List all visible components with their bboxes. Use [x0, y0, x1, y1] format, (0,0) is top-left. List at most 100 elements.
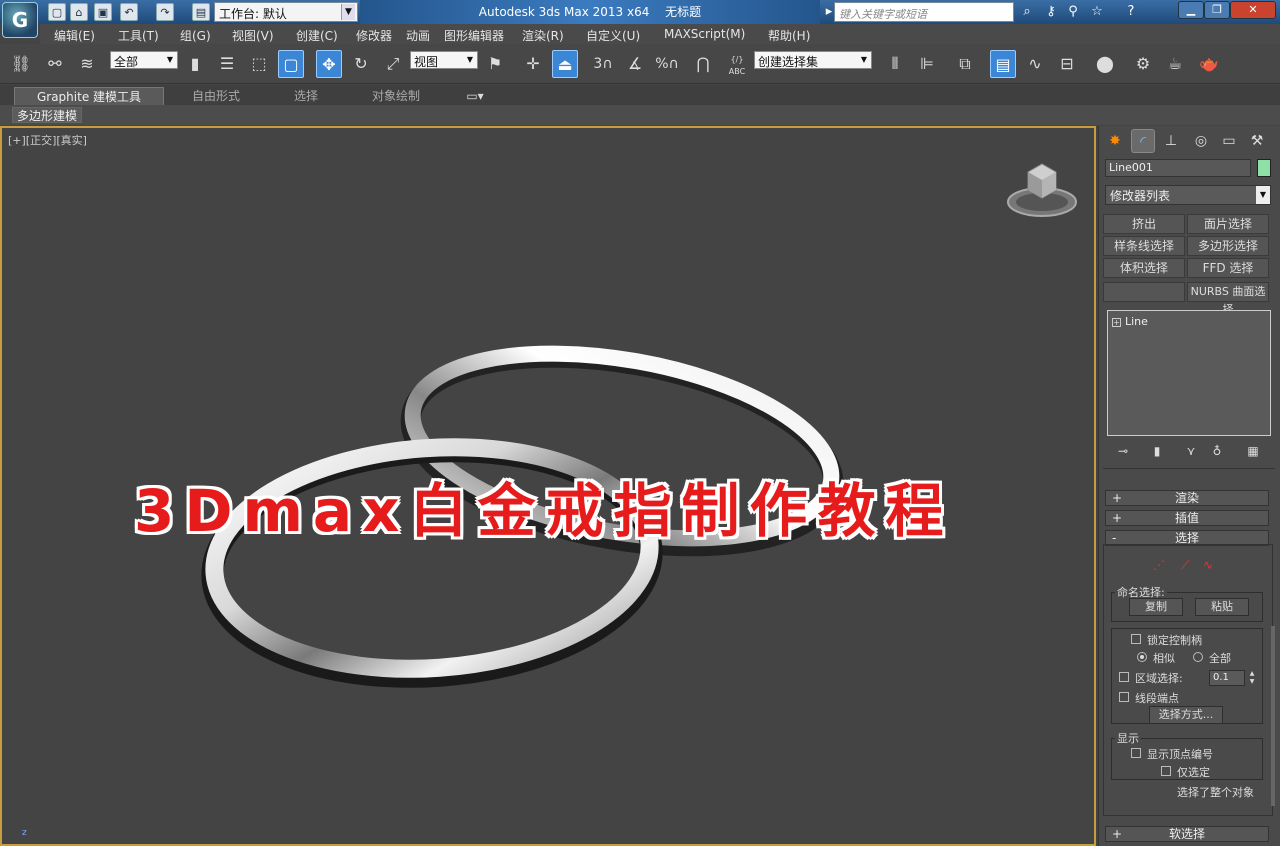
menu-rendering[interactable]: 渲染(R): [522, 27, 564, 44]
modifier-list-select[interactable]: 修改器列表 ▼: [1105, 185, 1271, 205]
menu-graph-editors[interactable]: 图形编辑器: [444, 27, 504, 44]
edit-named-selection-icon[interactable]: {/} ABC: [724, 50, 750, 78]
pivot-center-icon[interactable]: ⚑: [482, 50, 508, 78]
maximize-button[interactable]: ❐: [1204, 1, 1230, 19]
layer-manager-icon[interactable]: ⧉: [952, 50, 978, 78]
rotate-icon[interactable]: ↻: [348, 50, 374, 78]
modify-tab-icon[interactable]: ◜: [1131, 129, 1155, 153]
tab-object-paint[interactable]: 对象绘制: [356, 87, 436, 105]
selected-only-checkbox[interactable]: [1161, 766, 1171, 776]
lock-handles-checkbox[interactable]: [1131, 634, 1141, 644]
create-tab-icon[interactable]: ✸: [1103, 129, 1127, 153]
tab-selection[interactable]: 选择: [276, 87, 336, 105]
viewcube-icon[interactable]: [1006, 158, 1078, 222]
expand-icon[interactable]: +: [1112, 318, 1121, 327]
render-teapot-icon[interactable]: 🫖: [1196, 50, 1222, 78]
rollout-rendering[interactable]: + 渲染: [1105, 490, 1269, 506]
menu-help[interactable]: 帮助(H): [768, 27, 810, 44]
angle-snap-icon[interactable]: ∡: [622, 50, 648, 78]
manipulate-icon[interactable]: ✛: [520, 50, 546, 78]
menu-modifiers[interactable]: 修改器: [356, 27, 392, 44]
unlink-icon[interactable]: ⚯: [42, 50, 68, 78]
ribbon-options-icon[interactable]: ▭▾: [460, 87, 490, 105]
menu-views[interactable]: 视图(V): [232, 27, 274, 44]
graphite-toggle-icon[interactable]: ▤: [990, 50, 1016, 78]
key-icon[interactable]: ⚷: [1042, 3, 1060, 21]
star-icon[interactable]: ☆: [1088, 3, 1106, 21]
extrude-button[interactable]: 挤出: [1103, 214, 1185, 234]
polygon-modeling-label[interactable]: 多边形建模: [12, 107, 83, 123]
rollout-soft-selection[interactable]: + 软选择: [1105, 826, 1269, 842]
selection-filter-select[interactable]: 全部 ▼: [110, 51, 178, 69]
select-by-button[interactable]: 选择方式...: [1149, 706, 1223, 724]
named-selection-select[interactable]: 创建选择集 ▼: [754, 51, 872, 69]
minimize-button[interactable]: ▁: [1178, 1, 1204, 19]
move-icon[interactable]: ✥: [316, 50, 342, 78]
configure-modifier-sets-icon[interactable]: ▦: [1243, 444, 1263, 460]
redo-icon[interactable]: ↷: [156, 3, 174, 21]
close-button[interactable]: ✕: [1230, 1, 1276, 19]
copy-button[interactable]: 复制: [1129, 598, 1183, 616]
make-unique-icon[interactable]: ⋎: [1181, 444, 1201, 460]
menu-group[interactable]: 组(G): [180, 27, 211, 44]
binoculars-icon[interactable]: ⌕: [1018, 3, 1036, 21]
new-file-icon[interactable]: ▢: [48, 3, 66, 21]
menu-maxscript[interactable]: MAXScript(M): [664, 27, 745, 41]
spinner-snap-icon[interactable]: ⋂: [690, 50, 716, 78]
satellite-icon[interactable]: ⚲: [1064, 3, 1082, 21]
keyboard-shortcut-icon[interactable]: ⏏: [552, 50, 578, 78]
display-tab-icon[interactable]: ▭: [1217, 129, 1241, 153]
undo-icon[interactable]: ↶: [120, 3, 138, 21]
segment-mode-icon[interactable]: ⟋: [1181, 558, 1189, 573]
show-end-result-icon[interactable]: ▮: [1147, 444, 1167, 460]
workspace-select[interactable]: 工作台: 默认 ▼: [214, 2, 358, 22]
chevron-down-icon[interactable]: ▼: [341, 4, 355, 20]
chevron-down-icon[interactable]: ▼: [1256, 186, 1270, 204]
ffd-select-button[interactable]: FFD 选择: [1187, 258, 1269, 278]
snaps-toggle-icon[interactable]: 3∩: [590, 50, 616, 78]
vertex-mode-icon[interactable]: ⋰: [1153, 558, 1165, 572]
menu-animation[interactable]: 动画: [406, 27, 430, 44]
hierarchy-tab-icon[interactable]: ⊥: [1159, 129, 1183, 153]
area-selection-spinner[interactable]: 0.1: [1209, 670, 1245, 686]
menu-tools[interactable]: 工具(T): [118, 27, 159, 44]
rendered-frame-icon[interactable]: ☕: [1162, 50, 1188, 78]
object-color-swatch[interactable]: [1257, 159, 1271, 177]
menu-edit[interactable]: 编辑(E): [54, 27, 95, 44]
rect-selection-icon[interactable]: ⬚: [246, 50, 272, 78]
link-icon[interactable]: ⛓: [8, 50, 34, 78]
chevron-down-icon[interactable]: ▼: [858, 53, 870, 67]
viewport[interactable]: [+][正交][真实] 3Dmax白金戒指制作教程 z: [0, 126, 1096, 846]
open-file-icon[interactable]: ⌂: [70, 3, 88, 21]
modifier-stack[interactable]: + Line: [1107, 310, 1271, 436]
object-name-field[interactable]: Line001: [1105, 159, 1251, 177]
empty-modifier-button[interactable]: [1103, 282, 1185, 302]
tab-freeform[interactable]: 自由形式: [176, 87, 256, 105]
alike-radio[interactable]: [1137, 652, 1147, 662]
menu-create[interactable]: 创建(C): [296, 27, 338, 44]
percent-snap-icon[interactable]: %∩: [654, 50, 680, 78]
pin-stack-icon[interactable]: ⊸: [1113, 444, 1133, 460]
search-input[interactable]: 键入关键字或短语: [834, 2, 1014, 22]
save-file-icon[interactable]: ▣: [94, 3, 112, 21]
select-object-icon[interactable]: ▮: [182, 50, 208, 78]
paste-button[interactable]: 粘贴: [1195, 598, 1249, 616]
tab-graphite[interactable]: Graphite 建模工具: [14, 87, 164, 105]
remove-modifier-icon[interactable]: ♁: [1207, 444, 1227, 460]
segment-end-checkbox[interactable]: [1119, 692, 1129, 702]
patch-select-button[interactable]: 面片选择: [1187, 214, 1269, 234]
scale-icon[interactable]: ⤢: [380, 50, 406, 78]
utilities-tab-icon[interactable]: ⚒: [1245, 129, 1269, 153]
motion-tab-icon[interactable]: ◎: [1189, 129, 1213, 153]
spline-select-button[interactable]: 样条线选择: [1103, 236, 1185, 256]
chevron-down-icon[interactable]: ▼: [164, 53, 176, 67]
curve-editor-icon[interactable]: ∿: [1022, 50, 1048, 78]
spline-mode-icon[interactable]: ∿: [1203, 558, 1213, 572]
reference-coord-select[interactable]: 视图 ▼: [410, 51, 478, 69]
area-selection-checkbox[interactable]: [1119, 672, 1129, 682]
command-panel-scrollbar[interactable]: [1271, 626, 1275, 806]
stack-item-line[interactable]: + Line: [1112, 315, 1148, 328]
mirror-icon[interactable]: ⫴: [882, 50, 908, 78]
show-vertex-numbers-checkbox[interactable]: [1131, 748, 1141, 758]
align-icon[interactable]: ⊫: [914, 50, 940, 78]
